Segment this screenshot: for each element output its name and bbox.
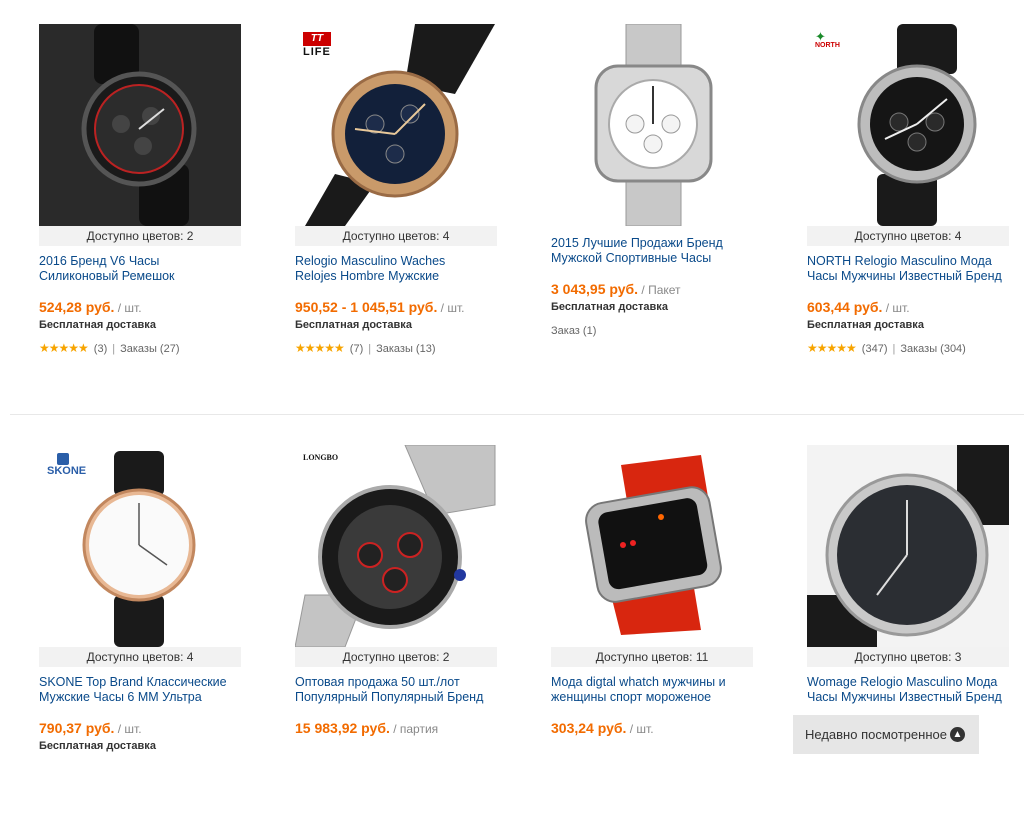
brand-logo: TT LIFE [303,32,331,58]
free-shipping: Бесплатная доставка [295,319,412,331]
star-rating-icon: ★★★★★ [39,341,89,355]
product-image[interactable] [807,445,1009,647]
star-rating-icon: ★★★★★ [295,341,345,355]
price-line: 950,52 - 1 045,51 руб. / шт. [295,298,497,317]
price-unit: / шт. [114,722,142,736]
row-divider [10,414,1024,415]
product-card[interactable]: 2015 Лучшие Продажи Бренд Мужской Спорти… [551,24,753,338]
product-card[interactable]: LONGBO Доступно цветов: 2 Оптовая продаж… [295,445,497,738]
order-count: Заказы (13) [376,343,436,355]
free-shipping: Бесплатная доставка [807,319,924,331]
product-title[interactable]: 2015 Лучшие Продажи Бренд Мужской Спорти… [551,236,753,266]
brand-logo: LONGBO [303,453,339,462]
product-image[interactable]: LONGBO [295,445,497,647]
order-count: Заказы (27) [120,343,180,355]
order-count: Заказ (1) [551,325,597,337]
product-image[interactable] [551,24,753,226]
product-card[interactable]: TT LIFE Доступно цветов: 4 Relogio Mascu… [295,24,497,356]
price-line: 790,37 руб. / шт. [39,719,241,738]
price-unit: / шт. [114,301,142,315]
colors-available: Доступно цветов: 4 [39,647,241,667]
product-card[interactable]: Доступно цветов: 2 2016 Бренд V6 Часы Си… [39,24,241,356]
order-count: Заказы (304) [900,343,966,355]
price: 603,44 руб. [807,299,883,315]
review-count[interactable]: (3) [94,343,107,355]
colors-available: Доступно цветов: 11 [551,647,753,667]
free-shipping: Бесплатная доставка [551,301,668,313]
price-unit: / шт. [882,301,910,315]
price: 524,28 руб. [39,299,115,315]
colors-available: Доступно цветов: 2 [295,647,497,667]
free-shipping: Бесплатная доставка [39,740,156,752]
product-image[interactable]: SKONE [39,445,241,647]
colors-available: Доступно цветов: 2 [39,226,241,246]
price: 790,37 руб. [39,720,115,736]
product-title[interactable]: Relogio Masculino Waches Relojes Hombre … [295,254,497,284]
product-image[interactable] [39,24,241,226]
product-image[interactable]: ✦ NORTH [807,24,1009,226]
product-row: SKONE Доступно цветов: 4 SKONE Top Brand… [0,445,1024,825]
price-unit: / шт. [626,722,654,736]
product-image[interactable]: TT LIFE [295,24,497,226]
price-line: 15 983,92 руб. / партия [295,719,497,738]
product-title[interactable]: Womage Relogio Masculino Мода Часы Мужчи… [807,675,1009,705]
chevron-up-icon: ▲ [950,727,965,742]
colors-available: Доступно цветов: 4 [295,226,497,246]
product-title[interactable]: SKONE Top Brand Классические Мужские Час… [39,675,241,705]
product-row: Доступно цветов: 2 2016 Бренд V6 Часы Си… [0,24,1024,404]
product-title[interactable]: Оптовая продажа 50 шт./лот Популярный По… [295,675,497,705]
price-line: 303,24 руб. / шт. [551,719,753,738]
price-line: 3 043,95 руб. / Пакет [551,280,753,299]
review-count[interactable]: (347) [862,343,888,355]
brand-logo: ✦ NORTH [815,29,840,49]
rating-orders: ★★★★★ (7) | Заказы (13) [295,341,436,355]
price: 15 983,92 руб. [295,720,390,736]
price-unit: / Пакет [638,283,681,297]
brand-logo: SKONE [47,453,86,477]
price-line: 524,28 руб. / шт. [39,298,241,317]
review-count[interactable]: (7) [350,343,363,355]
price-unit: / шт. [437,301,465,315]
product-card[interactable]: ✦ NORTH Доступно цветов: 4 NORTH Relogio… [807,24,1009,356]
product-title[interactable]: Мода digtal whatch мужчины и женщины спо… [551,675,753,705]
product-title[interactable]: NORTH Relogio Masculino Мода Часы Мужчин… [807,254,1009,284]
price: 3 043,95 руб. [551,281,639,297]
rating-orders: ★★★★★ (347) | Заказы (304) [807,341,966,355]
product-image[interactable] [551,445,753,647]
price-unit: / партия [389,722,439,736]
star-rating-icon: ★★★★★ [807,341,857,355]
colors-available: Доступно цветов: 4 [807,226,1009,246]
price: 303,24 руб. [551,720,627,736]
product-card[interactable]: SKONE Доступно цветов: 4 SKONE Top Brand… [39,445,241,753]
product-card[interactable]: Доступно цветов: 3 Womage Relogio Mascul… [807,445,1009,705]
free-shipping: Бесплатная доставка [39,319,156,331]
price-line: 603,44 руб. / шт. [807,298,1009,317]
product-card[interactable]: Доступно цветов: 11 Мода digtal whatch м… [551,445,753,738]
rating-orders: ★★★★★ (3) | Заказы (27) [39,341,180,355]
colors-available: Доступно цветов: 3 [807,647,1009,667]
product-title[interactable]: 2016 Бренд V6 Часы Силиконовый Ремешок [39,254,241,284]
price: 950,52 - 1 045,51 руб. [295,299,438,315]
recently-viewed-button[interactable]: Недавно посмотренное ▲ [793,715,979,754]
recently-viewed-label: Недавно посмотренное [805,727,947,742]
